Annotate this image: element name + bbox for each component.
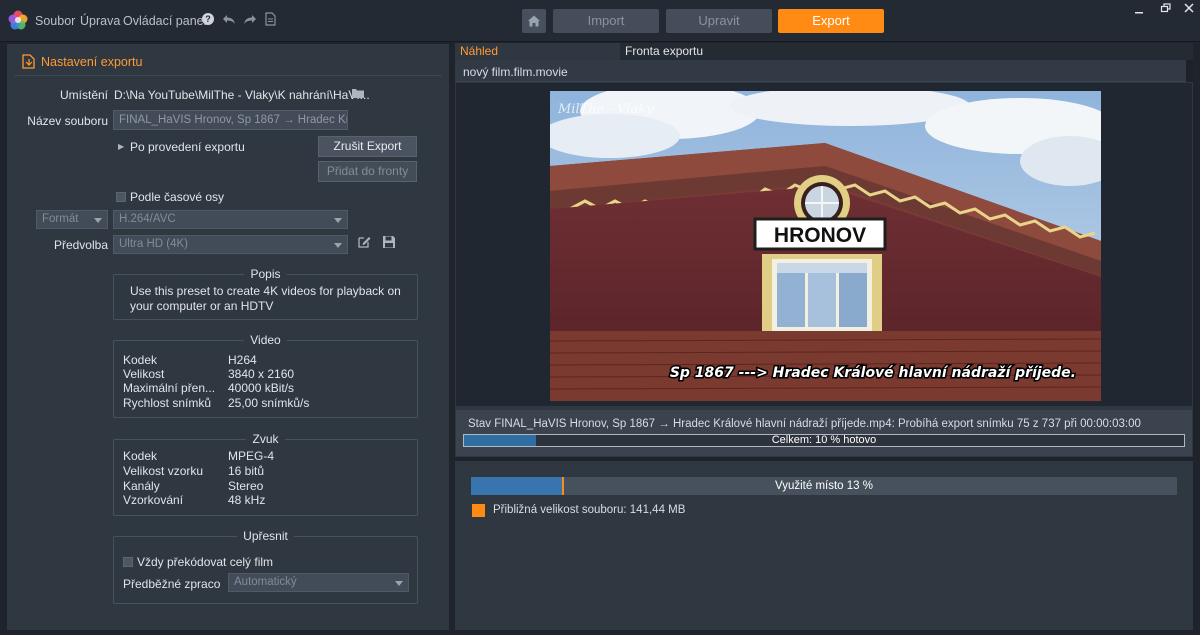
export-settings-panel: Nastavení exportu Umístění D:\Na YouTube… [7, 44, 449, 630]
title-bar: Soubor Úprava Ovládací panel ? Import Up… [0, 0, 1200, 42]
preset-select-value: Ultra HD (4K) [119, 238, 189, 250]
audio-row-label: Velikost vzorku [123, 464, 204, 478]
filename-label: Název souboru [27, 114, 108, 128]
by-timeline-checkbox[interactable] [116, 192, 126, 202]
watermark-text: MilThe - Vlaky [557, 102, 654, 117]
disk-space-bar: Využité místo 13 % [471, 477, 1177, 495]
tab-preview[interactable]: Náhled [455, 43, 620, 60]
prerender-select[interactable]: Automatický [228, 573, 409, 592]
close-icon[interactable] [1183, 3, 1195, 13]
app-logo-icon [8, 10, 28, 30]
home-button[interactable] [522, 9, 546, 33]
video-row-value: 3840 x 2160 [228, 367, 295, 381]
export-settings-icon [22, 54, 35, 69]
station-sign-text: HRONOV [774, 224, 866, 247]
export-status-area: Stav FINAL_HaVIS Hronov, Sp 1867 → Hrade… [456, 410, 1192, 456]
file-size-legend-swatch [472, 504, 485, 517]
save-preset-icon[interactable] [382, 235, 396, 249]
chevron-down-icon [94, 218, 102, 223]
audio-group: Zvuk Kodek MPEG-4 Velikost vzorku 16 bit… [113, 432, 418, 516]
export-status-text: Stav FINAL_HaVIS Hronov, Sp 1867 → Hrade… [468, 418, 1141, 430]
redo-icon[interactable] [243, 12, 257, 26]
prerender-label: Předběžné zpraco [123, 577, 221, 591]
preset-label: Předvolba [53, 238, 108, 252]
home-icon [528, 15, 540, 27]
refine-title: Upřesnit [114, 529, 417, 543]
divider [14, 75, 442, 76]
always-render-label: Vždy překódovat celý film [137, 555, 274, 569]
chevron-down-icon [395, 581, 403, 586]
edit-preset-icon[interactable] [357, 234, 372, 249]
panel-title: Nastavení exportu [22, 54, 142, 69]
description-text: Use this preset to create 4K videos for … [130, 284, 401, 313]
by-timeline-label: Podle časové osy [130, 190, 225, 204]
video-row-label: Kodek [123, 353, 158, 367]
export-progress-label: Celkem: 10 % hotovo [771, 434, 877, 446]
panel-title-text: Nastavení exportu [41, 55, 143, 69]
chevron-down-icon [334, 218, 342, 223]
audio-row-label: Kodek [123, 449, 158, 463]
refine-group: Upřesnit Vždy překódovat celý film Předb… [113, 529, 418, 604]
undo-icon[interactable] [222, 12, 236, 26]
chevron-down-icon [334, 243, 342, 248]
restore-icon[interactable] [1160, 3, 1172, 13]
prerender-select-value: Automatický [234, 576, 297, 588]
preset-select[interactable]: Ultra HD (4K) [113, 235, 348, 254]
disk-space-panel: Využité místo 13 % Přibližná velikost so… [455, 461, 1193, 630]
file-size-text: Přibližná velikost souboru: 141,44 MB [493, 504, 686, 516]
movie-file-title: nový film.film.movie [463, 65, 568, 79]
audio-row-value: Stereo [228, 479, 264, 493]
audio-row-value: MPEG-4 [228, 449, 275, 463]
help-icon[interactable]: ? [202, 13, 214, 25]
format-select[interactable]: Formát [36, 210, 108, 229]
audio-row-label: Vzorkování [123, 493, 184, 507]
tab-export-queue[interactable]: Fronta exportu [625, 43, 703, 59]
video-frame[interactable]: HRONOV MilThe - Vlaky Sp 1867 ---> Hrade… [550, 91, 1101, 401]
preview-title-bar: nový film.film.movie [455, 60, 1193, 82]
video-row-label: Rychlost snímků [123, 396, 212, 410]
menu-file[interactable]: Soubor [35, 14, 75, 28]
expand-arrow-icon[interactable]: ▶ [118, 142, 124, 151]
description-title: Popis [114, 267, 417, 281]
video-group: Video Kodek H264 Velikost 3840 x 2160 Ma… [113, 333, 418, 418]
import-mode-button[interactable]: Import [553, 9, 659, 33]
preview-panel: nový film.film.movie HRONOV MilThe - Vla… [455, 60, 1193, 457]
always-render-checkbox[interactable] [123, 557, 133, 567]
add-to-queue-button[interactable]: Přidat do fronty [318, 161, 417, 182]
video-caption: Sp 1867 ---> Hradec Králové hlavní nádra… [670, 365, 1076, 381]
audio-title: Zvuk [114, 432, 417, 446]
codec-select[interactable]: H.264/AVC [113, 210, 348, 229]
video-frame-image: HRONOV MilThe - Vlaky Sp 1867 ---> Hrade… [550, 91, 1101, 401]
menu-edit[interactable]: Úprava [80, 14, 120, 28]
export-progress-bar: Celkem: 10 % hotovo [463, 434, 1185, 447]
audio-row-value: 48 kHz [228, 493, 266, 507]
after-export-label[interactable]: Po provedení exportu [130, 140, 245, 154]
format-select-value: Formát [42, 213, 79, 225]
audio-row-label: Kanály [123, 479, 160, 493]
video-row-label: Velikost [123, 367, 165, 381]
folder-icon[interactable] [352, 88, 364, 98]
description-group: Popis Use this preset to create 4K video… [113, 267, 418, 320]
video-row-value: 40000 kBit/s [228, 381, 295, 395]
filename-input[interactable]: FINAL_HaVIS Hronov, Sp 1867 → Hradec Krá… [113, 110, 348, 130]
audio-row-value: 16 bitů [228, 464, 265, 478]
location-label: Umístění [59, 88, 108, 102]
disk-space-label: Využité místo 13 % [774, 480, 873, 492]
scrollbar[interactable] [1186, 60, 1193, 82]
preview-canvas: HRONOV MilThe - Vlaky Sp 1867 ---> Hrade… [456, 83, 1192, 406]
minimize-icon[interactable] [1133, 5, 1145, 15]
video-row-value: H264 [228, 353, 257, 367]
edit-mode-button[interactable]: Upravit [666, 9, 772, 33]
export-mode-button[interactable]: Export [778, 9, 884, 33]
document-icon[interactable] [263, 12, 277, 26]
video-title: Video [114, 333, 417, 347]
cancel-export-button[interactable]: Zrušit Export [318, 136, 417, 157]
codec-select-value: H.264/AVC [119, 213, 176, 225]
location-value: D:\Na YouTube\MilThe - Vlaky\K nahrání\H… [114, 88, 370, 102]
menu-control-panel[interactable]: Ovládací panel [123, 14, 206, 28]
video-row-value: 25,00 snímků/s [228, 396, 310, 410]
video-row-label: Maximální přen... [123, 381, 216, 395]
